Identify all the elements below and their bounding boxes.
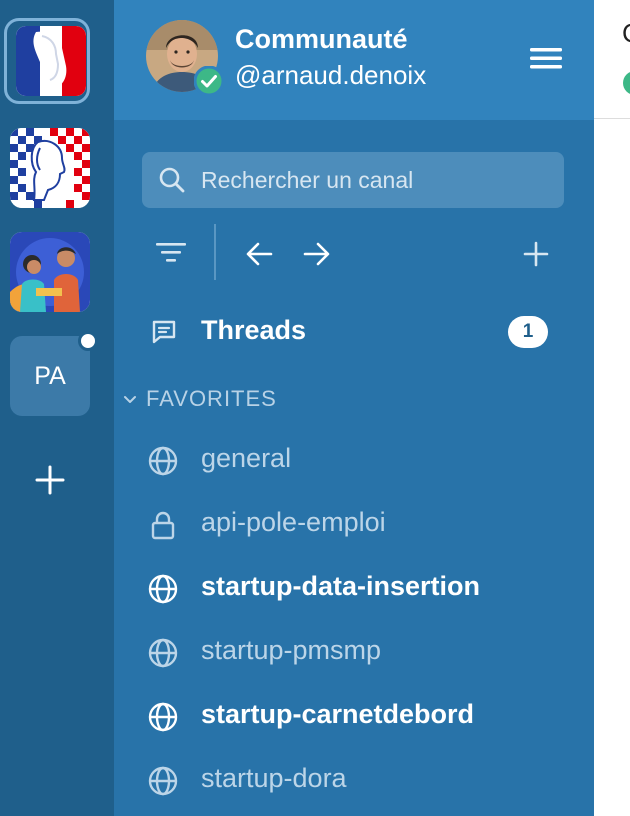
add-channel-button[interactable] <box>516 234 556 274</box>
marianne-logo-icon <box>16 26 86 96</box>
globe-icon <box>148 702 178 732</box>
hamburger-menu-icon[interactable] <box>528 44 564 72</box>
globe-icon <box>148 766 178 796</box>
beta-gouv-logo-icon <box>10 128 90 208</box>
globe-icon <box>148 638 178 668</box>
online-status-icon <box>623 72 630 94</box>
channel-title-fragment[interactable]: C <box>622 18 630 49</box>
chevron-down-icon <box>124 396 136 403</box>
team-name[interactable]: Communauté <box>235 24 408 55</box>
channel-label: startup-pmsmp <box>201 635 382 665</box>
channel-sidebar: Communauté @arnaud.denoix Rechercher un … <box>114 0 594 816</box>
header-divider <box>594 118 630 119</box>
channel-label: startup-dora <box>201 763 347 793</box>
people-illustration-icon <box>10 232 90 312</box>
team-initials-label: PA <box>34 361 66 390</box>
team-pa[interactable]: PA <box>10 336 90 416</box>
add-team-button[interactable] <box>25 455 75 505</box>
channel-label: startup-carnetdebord <box>201 699 475 729</box>
threads-unread-badge: 1 <box>508 316 548 348</box>
team-unread-indicator <box>78 331 98 351</box>
team-illustration[interactable] <box>10 232 90 312</box>
online-status-icon <box>194 66 224 96</box>
channel-label: general <box>201 443 292 473</box>
threads-link[interactable]: Threads <box>201 315 306 346</box>
team-sidebar: PA <box>0 0 114 816</box>
category-favorites[interactable]: FAVORITES <box>122 384 277 414</box>
threads-icon <box>152 320 176 344</box>
search-input[interactable]: Rechercher un canal <box>142 152 564 208</box>
lock-icon <box>151 511 175 540</box>
team-marianne[interactable] <box>16 26 86 96</box>
channel-general[interactable]: general <box>114 432 594 488</box>
search-placeholder: Rechercher un canal <box>201 167 414 193</box>
channel-startup-carnetdebord[interactable]: startup-carnetdebord <box>114 688 594 744</box>
history-forward-button[interactable] <box>296 234 336 274</box>
filter-icon <box>156 243 186 262</box>
channel-startup-pmsmp[interactable]: startup-pmsmp <box>114 624 594 680</box>
sidebar-header: Communauté @arnaud.denoix <box>114 0 594 120</box>
history-back-button[interactable] <box>240 234 280 274</box>
plus-icon <box>523 241 549 267</box>
globe-icon <box>148 446 178 476</box>
arrow-left-icon <box>246 242 273 266</box>
toolbar-divider <box>214 224 216 280</box>
plus-icon <box>35 465 65 495</box>
globe-icon <box>148 574 178 604</box>
channel-startup-data-insertion[interactable]: startup-data-insertion <box>114 560 594 616</box>
channel-api-pole-emploi[interactable]: api-pole-emploi <box>114 496 594 552</box>
filter-button[interactable] <box>151 234 191 274</box>
username: @arnaud.denoix <box>235 60 427 90</box>
category-label: FAVORITES <box>146 386 277 411</box>
team-beta-gouv[interactable] <box>10 128 90 208</box>
arrow-right-icon <box>303 242 330 266</box>
channel-startup-dora[interactable]: startup-dora <box>114 752 594 808</box>
channel-label: startup-data-insertion <box>201 571 481 601</box>
search-icon <box>159 167 185 193</box>
channel-label: api-pole-emploi <box>201 507 386 537</box>
center-channel-edge: C <box>594 0 630 816</box>
